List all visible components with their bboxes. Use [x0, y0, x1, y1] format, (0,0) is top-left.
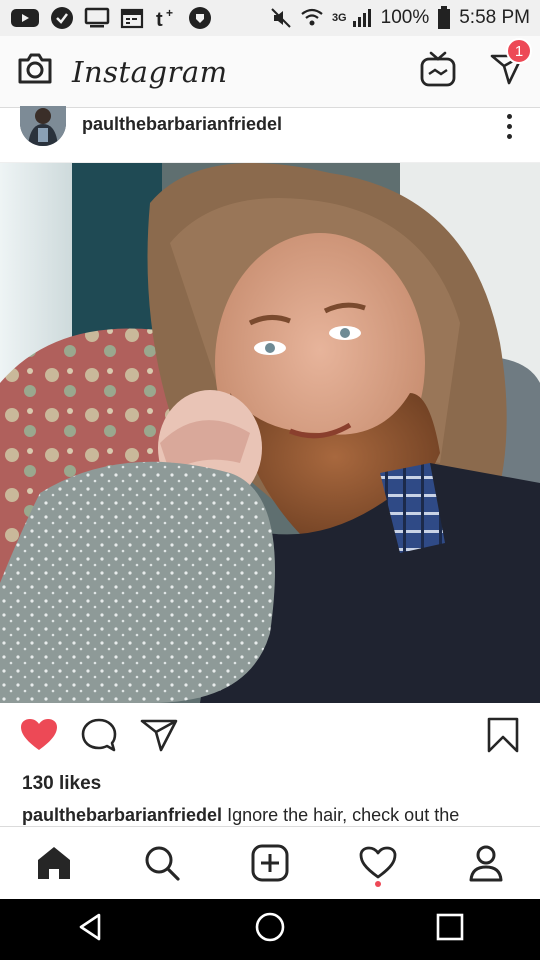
- dm-badge: 1: [506, 38, 532, 64]
- app-brand-logo: Instagram: [72, 54, 228, 89]
- home-circle-icon[interactable]: [254, 911, 286, 948]
- system-navigation-bar: [0, 899, 540, 960]
- search-tab[interactable]: [132, 833, 192, 893]
- profile-icon: [469, 845, 503, 882]
- camera-icon[interactable]: [16, 52, 54, 91]
- shield-icon: [188, 6, 212, 30]
- direct-messages-button[interactable]: 1: [490, 38, 532, 91]
- clock: 5:58 PM: [459, 7, 530, 28]
- profile-tab[interactable]: [456, 833, 516, 893]
- post-username[interactable]: paulthebarbarianfriedel: [82, 114, 282, 135]
- avatar[interactable]: [20, 106, 66, 146]
- heart-outline-icon: [359, 846, 397, 879]
- battery-percent: 100%: [380, 7, 430, 28]
- caption-text: Ignore the hair, check out the: [227, 805, 460, 825]
- post-header: paulthebarbarianfriedel: [0, 106, 540, 163]
- bookmark-icon[interactable]: [486, 716, 520, 759]
- like-heart-icon[interactable]: [20, 718, 58, 757]
- mute-icon: [270, 7, 292, 29]
- activity-tab[interactable]: [348, 833, 408, 893]
- add-post-icon: [251, 844, 289, 882]
- post-actions: [0, 703, 540, 771]
- tumblr-icon: t +: [154, 6, 178, 30]
- youtube-icon: [10, 7, 40, 29]
- battery-icon: [437, 6, 451, 30]
- bottom-navigation: [0, 826, 540, 899]
- likes-count[interactable]: 130 likes: [22, 773, 101, 795]
- screen-icon: [84, 7, 110, 29]
- recents-icon[interactable]: [435, 912, 465, 947]
- igtv-icon[interactable]: [420, 50, 456, 93]
- app-header: Instagram 1: [0, 36, 540, 108]
- comment-icon[interactable]: [80, 717, 118, 758]
- wifi-icon: [300, 7, 324, 29]
- status-bar: t + 3G 100% 5:58 PM: [0, 0, 540, 36]
- caption-username[interactable]: paulthebarbarianfriedel: [22, 805, 222, 825]
- activity-notification-dot: [375, 881, 381, 887]
- svg-text:+: +: [166, 6, 173, 20]
- share-icon[interactable]: [140, 718, 178, 757]
- network-label: 3G: [331, 12, 347, 24]
- home-icon: [38, 847, 70, 879]
- more-options-icon[interactable]: [499, 114, 520, 139]
- post-photo[interactable]: [0, 163, 540, 703]
- back-icon[interactable]: [75, 912, 105, 947]
- home-tab[interactable]: [24, 833, 84, 893]
- vpn-check-icon: [50, 6, 74, 30]
- svg-text:t: t: [156, 9, 163, 30]
- signal-icon: [351, 7, 373, 29]
- new-post-tab[interactable]: [240, 833, 300, 893]
- search-icon: [145, 846, 180, 881]
- post-caption: paulthebarbarianfriedel Ignore the hair,…: [22, 805, 522, 826]
- calendar-icon: [120, 7, 144, 29]
